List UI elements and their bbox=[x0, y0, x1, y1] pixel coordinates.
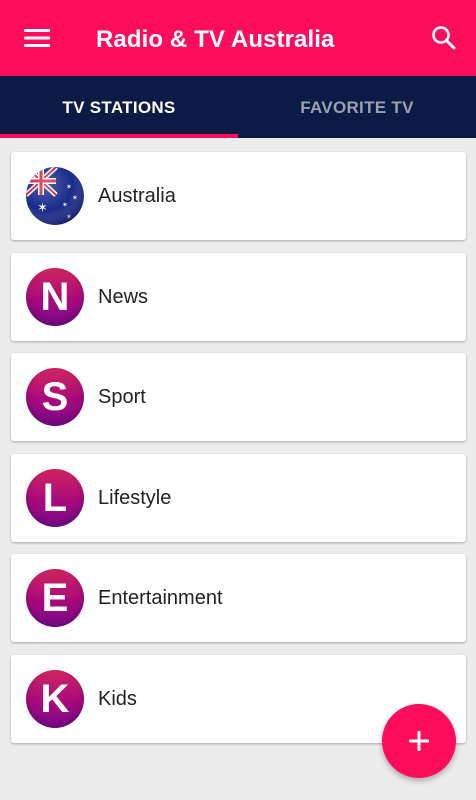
letter-k-icon: K bbox=[26, 669, 84, 728]
add-favorite-fab[interactable] bbox=[382, 704, 456, 778]
selected-tab-indicator bbox=[0, 134, 238, 138]
category-label: Sport bbox=[98, 386, 146, 408]
tab-favorite-tv[interactable]: FAVORITE TV bbox=[238, 76, 476, 138]
menu-button[interactable] bbox=[14, 18, 60, 58]
category-label: News bbox=[98, 285, 149, 308]
australia-flag-icon: ✶ ✶ ✶ ✶ ✶ bbox=[26, 167, 84, 225]
letter-s-icon: S bbox=[26, 368, 84, 426]
hamburger-menu-icon bbox=[24, 29, 50, 47]
plus-icon bbox=[409, 731, 429, 751]
category-item-australia[interactable]: ✶ ✶ ✶ ✶ ✶ Australia bbox=[11, 152, 466, 240]
category-item-sport[interactable]: S Sport bbox=[11, 353, 466, 441]
app-title: Radio & TV Australia bbox=[96, 26, 335, 53]
category-item-entertainment[interactable]: E Entertainment bbox=[11, 554, 466, 642]
search-icon bbox=[432, 26, 456, 50]
category-label: Entertainment bbox=[98, 587, 223, 609]
category-item-lifestyle[interactable]: L Lifestyle bbox=[11, 453, 466, 542]
app-bar: Radio & TV Australia bbox=[0, 0, 476, 76]
category-item-news[interactable]: N News bbox=[11, 252, 466, 341]
category-label: Kids bbox=[98, 687, 137, 710]
letter-n-icon: N bbox=[26, 267, 84, 326]
letter-e-icon: E bbox=[26, 569, 84, 627]
station-category-list: ✶ ✶ ✶ ✶ ✶ Australia N News S Sport L Lif… bbox=[11, 152, 466, 755]
tab-tv-stations[interactable]: TV STATIONS bbox=[0, 76, 238, 138]
category-label: Lifestyle bbox=[98, 486, 172, 509]
tab-bar: TV STATIONS FAVORITE TV bbox=[0, 76, 476, 138]
category-label: Australia bbox=[98, 185, 176, 207]
search-button[interactable] bbox=[424, 18, 464, 58]
letter-l-icon: L bbox=[26, 468, 84, 527]
